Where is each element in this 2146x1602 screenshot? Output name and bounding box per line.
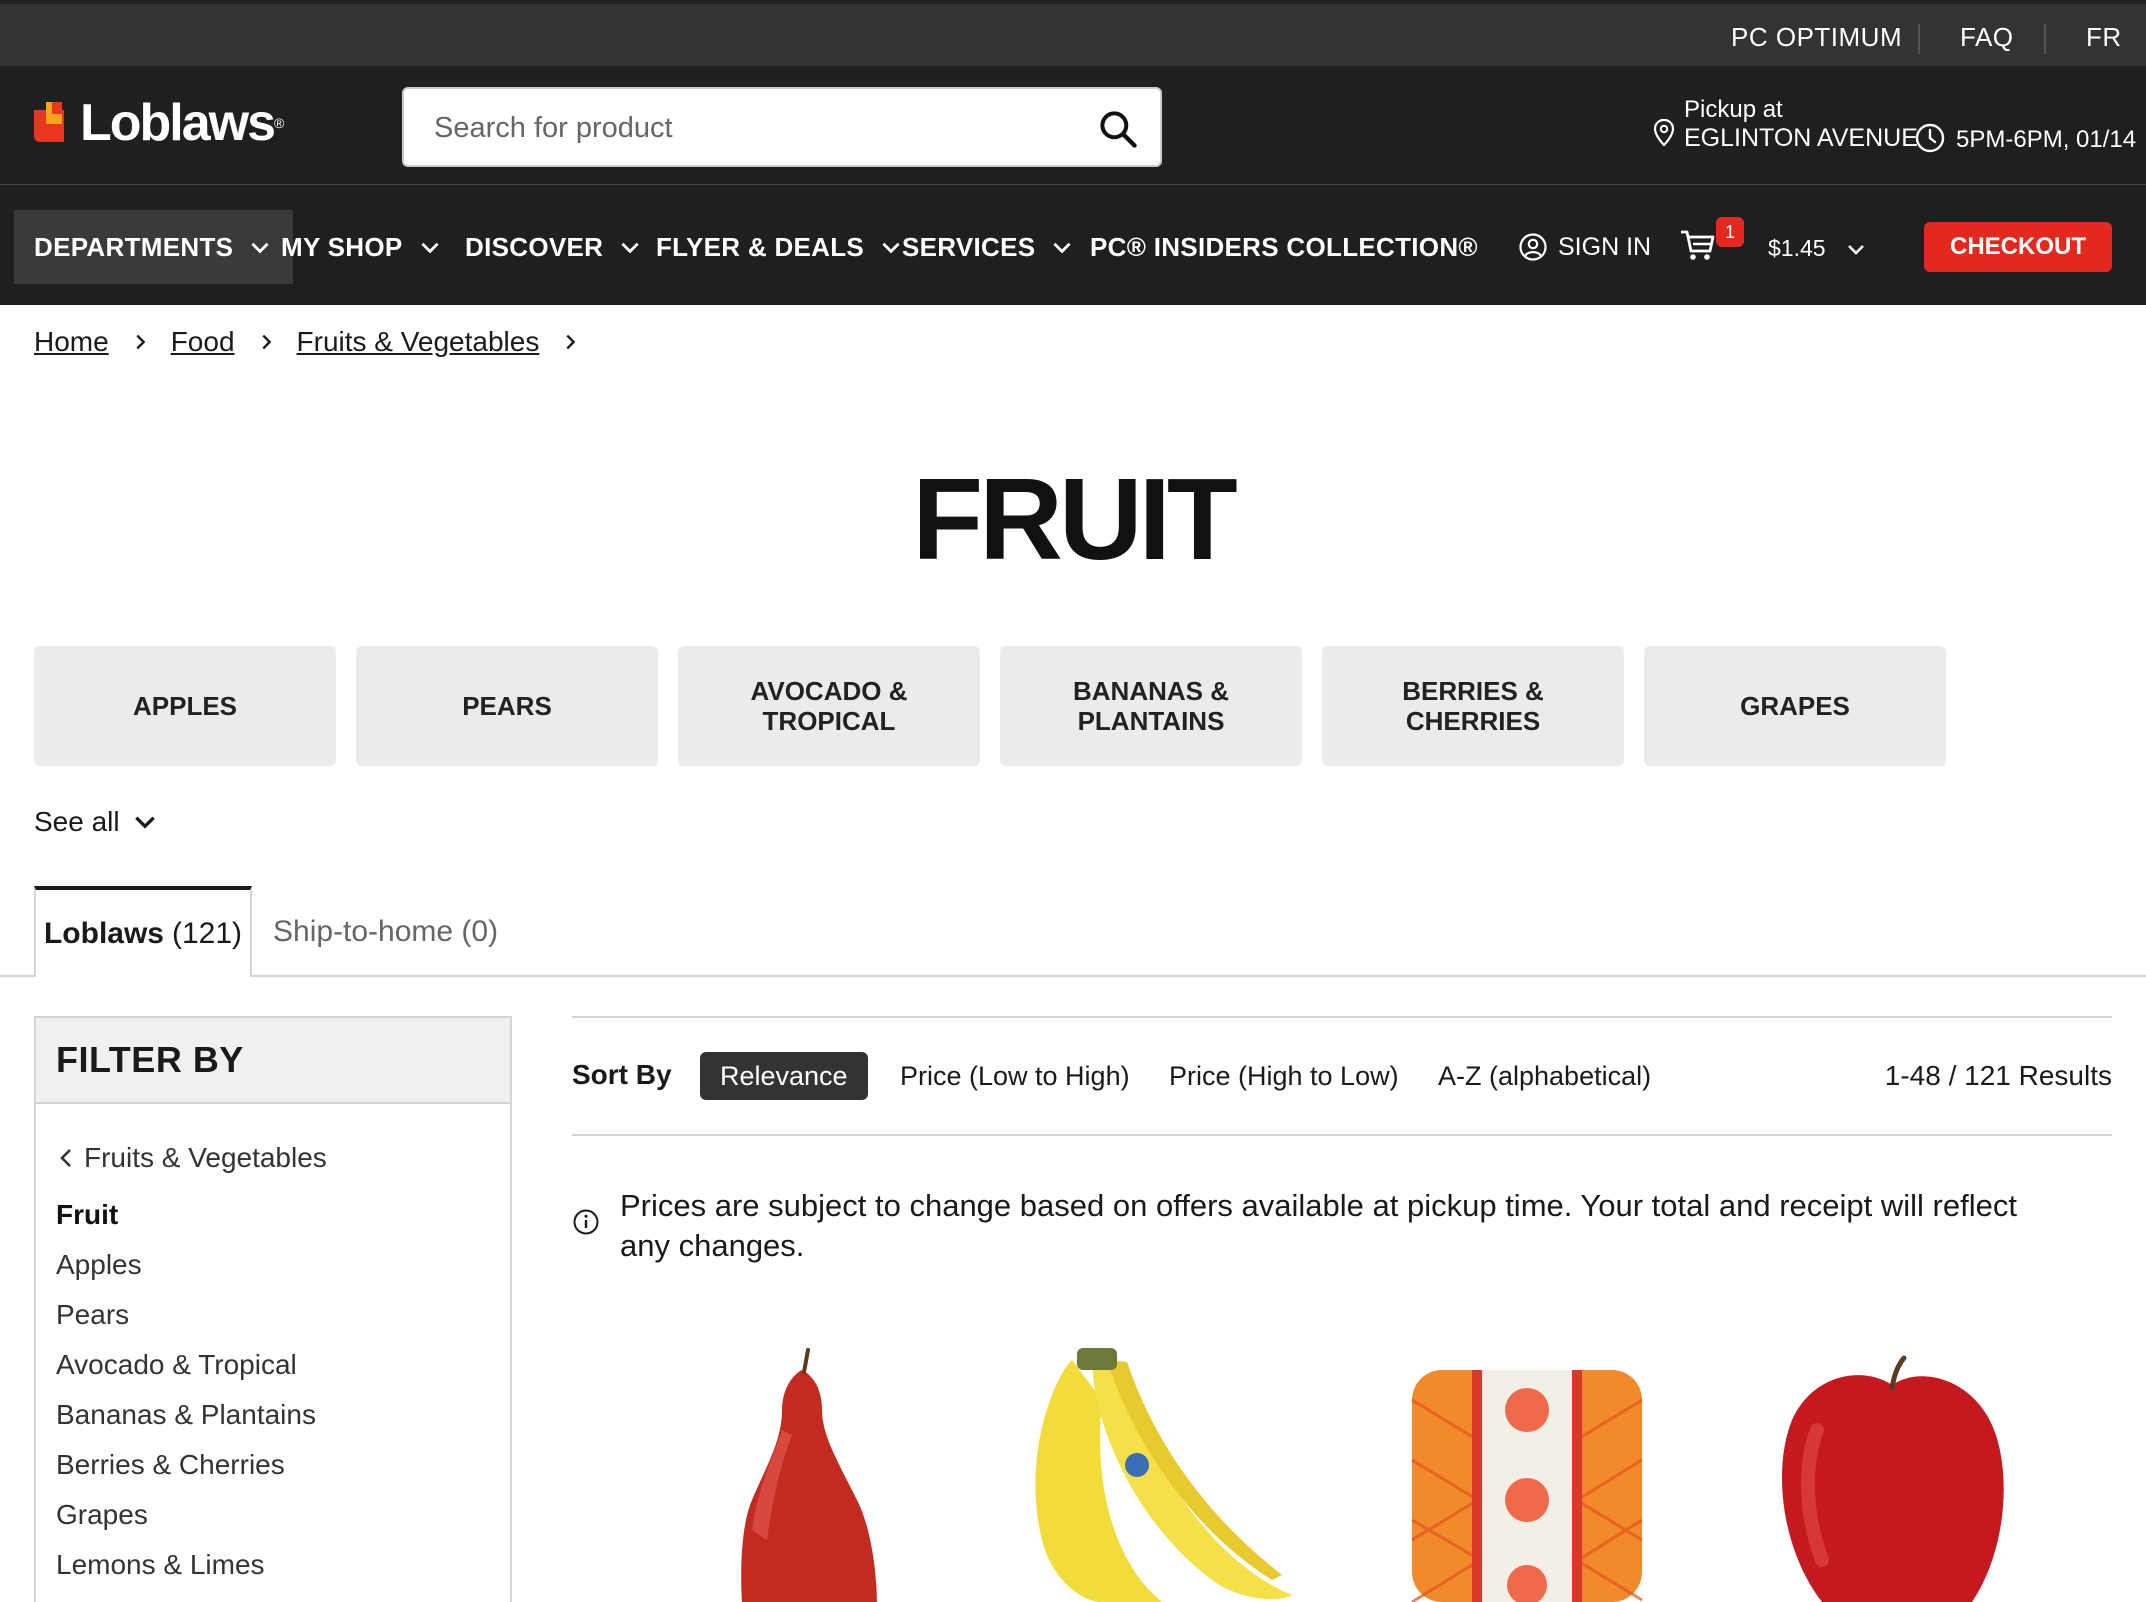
banana-image[interactable] xyxy=(982,1340,1322,1602)
breadcrumb-home[interactable]: Home xyxy=(34,326,109,358)
filter-item[interactable]: Pears xyxy=(56,1290,316,1340)
filter-item-current: Fruit xyxy=(56,1199,119,1230)
filter-item[interactable]: Apples xyxy=(56,1240,316,1290)
nav-departments[interactable]: DEPARTMENTS xyxy=(14,210,294,284)
chevron-down-icon xyxy=(882,242,900,254)
chevron-down-icon xyxy=(251,242,269,254)
sort-alphabetical[interactable]: A-Z (alphabetical) xyxy=(1418,1052,1671,1100)
sign-in-label: SIGN IN xyxy=(1558,232,1652,261)
sign-in-button[interactable]: SIGN IN xyxy=(1518,232,1651,262)
breadcrumb-fruits-vegetables[interactable]: Fruits & Vegetables xyxy=(297,326,540,358)
cart-icon[interactable] xyxy=(1678,225,1718,265)
category-tile-apples[interactable]: APPLES xyxy=(34,646,336,766)
checkout-button[interactable]: CHECKOUT xyxy=(1924,222,2112,272)
chevron-down-icon xyxy=(420,242,439,254)
category-tile-grapes[interactable]: GRAPES xyxy=(1644,646,1946,766)
filter-item[interactable]: Berries & Cherries xyxy=(56,1440,316,1490)
site-header: Loblaws® Pickup at EGLINTON AVENUE 5PM-6… xyxy=(0,66,2146,185)
pickup-location: EGLINTON AVENUE xyxy=(1684,124,1918,152)
filter-back-label: Fruits & Vegetables xyxy=(84,1142,327,1173)
chevron-left-icon xyxy=(60,1149,71,1167)
divider xyxy=(2044,24,2046,54)
cart-total: $1.45 xyxy=(1768,235,1826,261)
nav-pc-insiders-collection[interactable]: PC® INSIDERS COLLECTION® xyxy=(1090,210,1478,284)
chevron-down-icon xyxy=(621,242,639,254)
product-grid xyxy=(572,1340,2112,1602)
chevron-down-icon xyxy=(134,816,155,829)
divider xyxy=(572,1134,2112,1136)
tab-loblaws-label: Loblaws xyxy=(43,916,164,950)
page-title: FRUIT xyxy=(912,454,1238,584)
price-notice-text: Prices are subject to change based on of… xyxy=(620,1188,2017,1263)
info-icon xyxy=(573,1209,599,1235)
divider xyxy=(1918,24,1920,54)
sort-price-low-high[interactable]: Price (Low to High) xyxy=(880,1052,1150,1100)
pear-image[interactable] xyxy=(632,1340,972,1602)
cart-count-badge: 1 xyxy=(1716,217,1744,247)
filter-panel: FILTER BY Fruits & Vegetables Fruit Appl… xyxy=(34,1016,512,1602)
loblaws-logo[interactable]: Loblaws ® xyxy=(34,94,285,152)
nav-label: SERVICES xyxy=(902,231,1036,262)
category-tile-berries-cherries[interactable]: BERRIES & CHERRIES xyxy=(1322,646,1624,766)
logo-registered: ® xyxy=(274,115,285,131)
sort-price-high-low[interactable]: Price (High to Low) xyxy=(1149,1052,1419,1100)
tab-ship-to-home[interactable]: Ship-to-home (0) xyxy=(273,886,498,977)
language-toggle[interactable]: FR xyxy=(2086,22,2122,53)
filter-item[interactable]: Bananas & Plantains xyxy=(56,1390,316,1440)
nav-label: MY SHOP xyxy=(281,231,403,262)
main-navigation: DEPARTMENTS MY SHOP DISCOVER FLYER & DEA… xyxy=(0,185,2146,305)
search-icon[interactable] xyxy=(1096,107,1140,151)
loblaws-logo-mark-icon xyxy=(34,102,76,144)
breadcrumb: Home Food Fruits & Vegetables xyxy=(34,326,601,358)
chevron-right-icon xyxy=(261,334,271,350)
location-pin-icon xyxy=(1653,118,1675,147)
sort-by-label: Sort By xyxy=(572,1059,672,1090)
results-count: 1-48 / 121 Results xyxy=(1884,1060,2112,1091)
nav-my-shop[interactable]: MY SHOP xyxy=(281,210,443,284)
chevron-down-icon xyxy=(1847,244,1864,255)
divider xyxy=(572,1016,2112,1018)
category-tile-pears[interactable]: PEARS xyxy=(356,646,658,766)
clock-icon xyxy=(1915,123,1945,153)
nav-services[interactable]: SERVICES xyxy=(902,210,1075,284)
cart-total-dropdown[interactable]: $1.45 xyxy=(1768,235,1868,262)
category-tile-bananas-plantains[interactable]: BANANAS & PLANTAINS xyxy=(1000,646,1302,766)
filter-title: FILTER BY xyxy=(36,1018,510,1104)
see-all-label: See all xyxy=(34,806,120,837)
logo-text: Loblaws xyxy=(80,94,276,152)
breadcrumb-food[interactable]: Food xyxy=(171,326,235,358)
nav-label: DISCOVER xyxy=(465,231,604,262)
filter-back-link[interactable]: Fruits & Vegetables xyxy=(56,1142,327,1174)
chevron-right-icon xyxy=(136,334,146,350)
user-icon xyxy=(1519,233,1547,261)
search-input[interactable] xyxy=(434,109,1074,147)
filter-item[interactable]: Grapes xyxy=(56,1490,316,1540)
tab-loblaws[interactable]: Loblaws (121) xyxy=(34,886,252,977)
filter-item[interactable]: Avocado & Tropical xyxy=(56,1340,316,1390)
nav-label: DEPARTMENTS xyxy=(34,231,234,262)
pickup-label: Pickup at xyxy=(1684,96,1783,123)
search-box xyxy=(402,87,1162,167)
nav-label: PC® INSIDERS COLLECTION® xyxy=(1090,231,1478,262)
nav-discover[interactable]: DISCOVER xyxy=(465,210,643,284)
timeslot-text: 5PM-6PM, 01/14 xyxy=(1956,126,2137,153)
nav-flyer-deals[interactable]: FLYER & DEALS xyxy=(656,210,904,284)
grapefruit-bag-image[interactable] xyxy=(1352,1340,1692,1602)
chevron-right-icon xyxy=(566,334,576,350)
category-tile-avocado-tropical[interactable]: AVOCADO & TROPICAL xyxy=(678,646,980,766)
filter-item[interactable]: Lemons & Limes xyxy=(56,1540,316,1590)
utility-bar: PC OPTIMUM FAQ FR xyxy=(0,0,2146,66)
filter-category-list: Fruit Apples Pears Avocado & Tropical Ba… xyxy=(56,1190,316,1590)
chevron-down-icon xyxy=(1053,242,1072,254)
apple-image[interactable] xyxy=(1722,1340,2062,1602)
see-all-toggle[interactable]: See all xyxy=(34,806,158,838)
faq-link[interactable]: FAQ xyxy=(1960,22,2014,53)
sort-relevance[interactable]: Relevance xyxy=(700,1052,868,1100)
nav-label: FLYER & DEALS xyxy=(656,231,865,262)
tab-loblaws-count: (121) xyxy=(171,916,243,950)
pc-optimum-link[interactable]: PC OPTIMUM xyxy=(1731,22,1902,53)
